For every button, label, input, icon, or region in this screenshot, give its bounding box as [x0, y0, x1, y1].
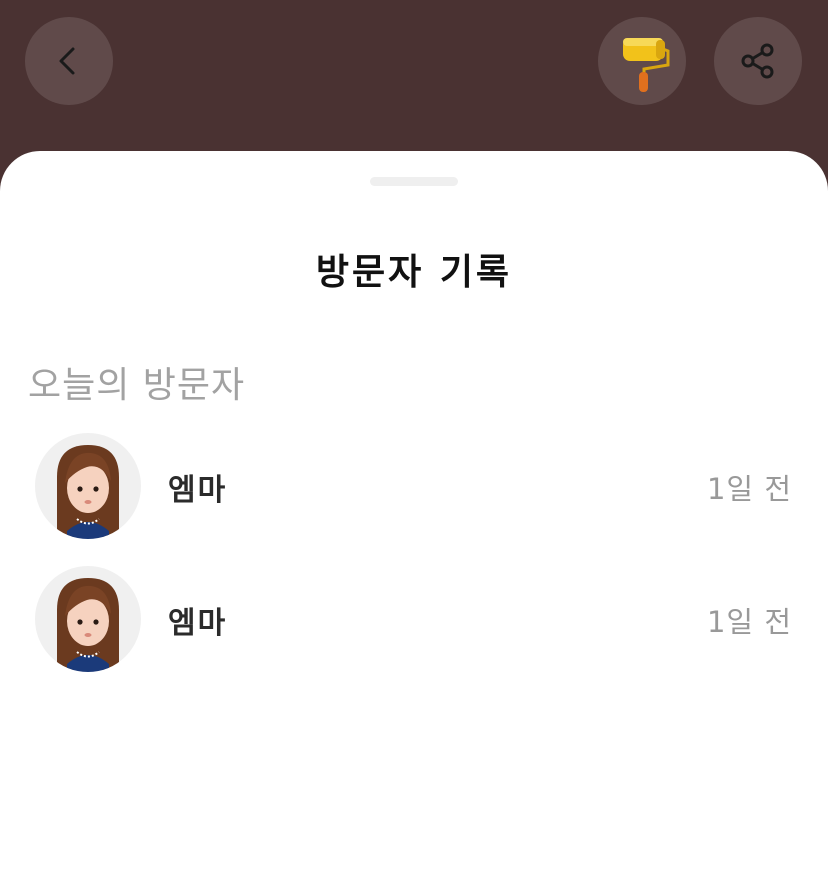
theme-button[interactable]	[598, 17, 686, 105]
avatar[interactable]	[35, 433, 141, 539]
visitor-row[interactable]: 엠마 1일 전	[0, 433, 828, 566]
visitor-row[interactable]: 엠마 1일 전	[0, 566, 828, 699]
back-button[interactable]	[25, 17, 113, 105]
share-button[interactable]	[714, 17, 802, 105]
avatar-image	[57, 578, 119, 672]
paint-roller-icon	[623, 38, 670, 92]
visit-time: 1일 전	[706, 605, 792, 639]
sheet-drag-handle[interactable]	[370, 177, 458, 186]
avatar[interactable]	[35, 566, 141, 672]
chevron-left-icon	[59, 47, 75, 75]
top-bar	[0, 0, 828, 160]
visitor-log-sheet: 방문자 기록 오늘의 방문자 엠마 1일 전 엠마 1일 전	[0, 151, 828, 895]
sheet-title: 방문자 기록	[315, 252, 513, 293]
visit-time: 1일 전	[706, 472, 792, 506]
visitor-list: 엠마 1일 전 엠마 1일 전	[0, 433, 828, 699]
section-title-today: 오늘의 방문자	[28, 365, 246, 406]
visitor-name: 엠마	[168, 473, 228, 508]
share-icon	[741, 43, 774, 79]
avatar-image	[57, 445, 119, 539]
visitor-name: 엠마	[168, 606, 228, 641]
